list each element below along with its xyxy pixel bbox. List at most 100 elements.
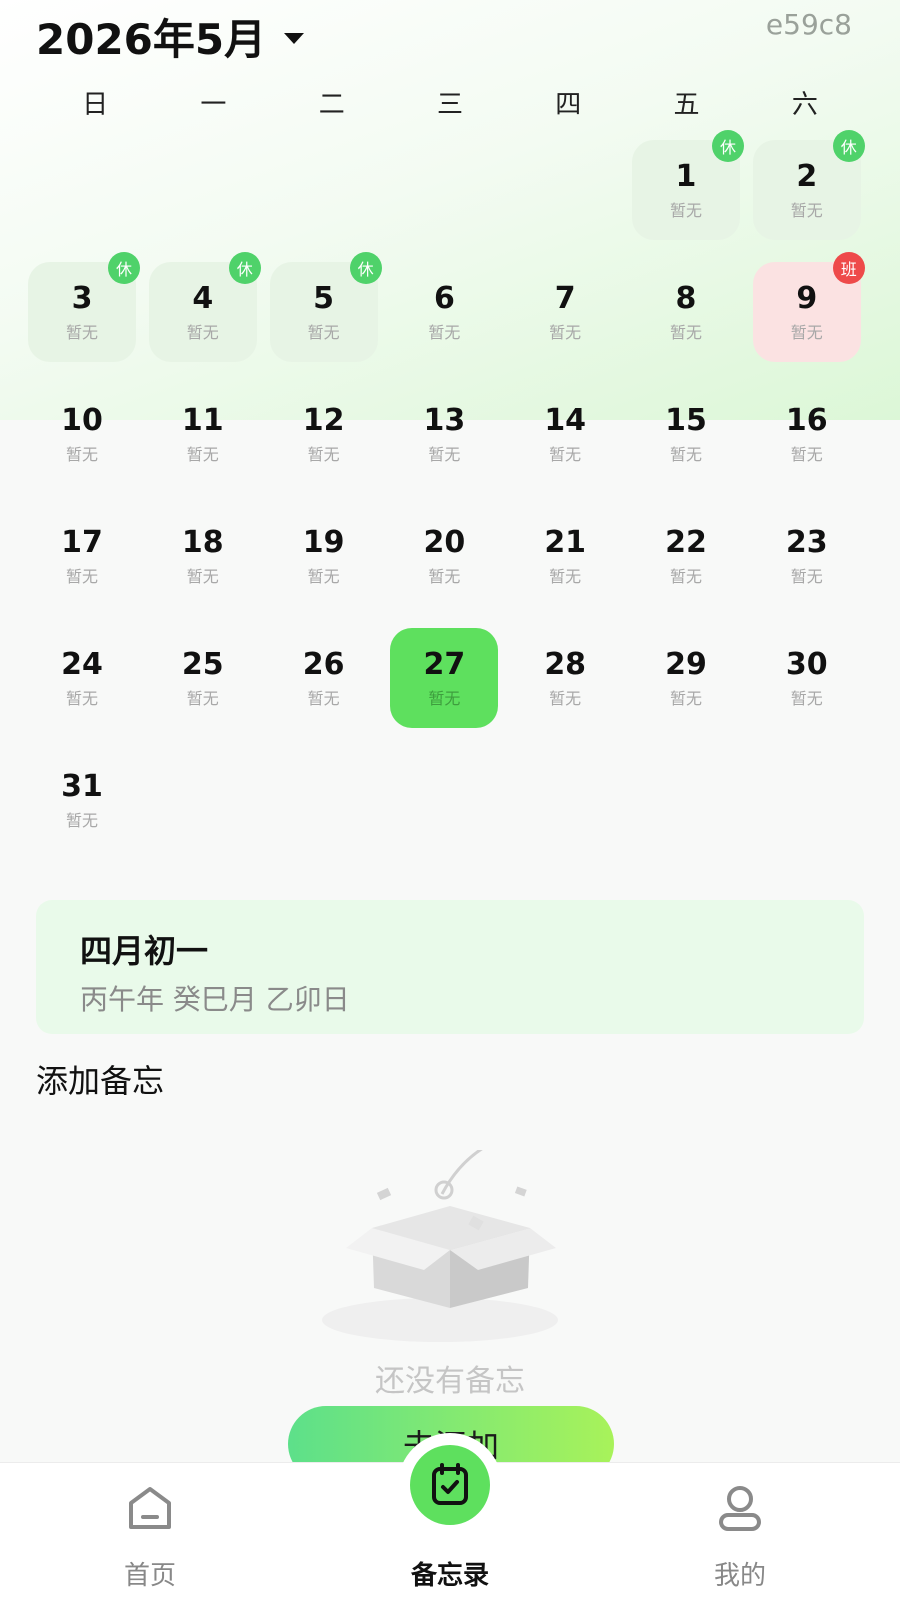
- day-number: 25: [181, 646, 224, 682]
- memo-icon: [432, 1463, 468, 1505]
- calendar-day-today[interactable]: 27 暂无: [390, 628, 499, 728]
- calendar-day[interactable]: 7 暂无: [511, 262, 619, 362]
- calendar-day[interactable]: 17 暂无: [28, 506, 136, 606]
- weekday-label: 二: [318, 90, 345, 120]
- calendar-day[interactable]: 16 暂无: [753, 384, 861, 484]
- holiday-badge: 休: [349, 252, 382, 284]
- calendar-day[interactable]: 13 暂无: [390, 384, 498, 484]
- day-memo-status: 暂无: [307, 566, 340, 586]
- day-memo-status: 暂无: [428, 688, 461, 708]
- calendar-slot: 15 暂无: [626, 384, 747, 506]
- calendar-day[interactable]: 25 暂无: [149, 628, 257, 728]
- weekday-label: 三: [436, 90, 463, 120]
- calendar-day[interactable]: 4 暂无 休: [148, 252, 261, 362]
- day-number: 22: [665, 524, 707, 560]
- holiday-badge: 休: [228, 252, 261, 284]
- home-icon: [129, 1487, 171, 1529]
- calendar-day[interactable]: 11 暂无: [149, 384, 257, 484]
- calendar-blank: [264, 140, 385, 262]
- calendar-slot: 6 暂无: [384, 262, 505, 384]
- calendar-slot: 16 暂无: [747, 384, 868, 506]
- tab-home[interactable]: 首页: [50, 1463, 250, 1600]
- day-memo-status: 暂无: [669, 688, 702, 708]
- calendar-day[interactable]: 21 暂无: [511, 506, 619, 606]
- calendar-day[interactable]: 31 暂无: [28, 750, 136, 850]
- calendar-day[interactable]: 1 暂无 休: [631, 130, 744, 240]
- empty-box-icon: [322, 1142, 558, 1342]
- calendar-day[interactable]: 3 暂无 休: [28, 252, 140, 362]
- calendar-slot: 21 暂无: [505, 506, 626, 628]
- calendar-slot: 5 暂无 休: [264, 252, 385, 384]
- day-memo-status: 暂无: [669, 322, 702, 342]
- workday-badge: 班: [832, 252, 865, 284]
- calendar-day[interactable]: 29 暂无: [632, 628, 740, 728]
- calendar-day[interactable]: 18 暂无: [149, 506, 257, 606]
- day-number: 23: [785, 524, 828, 560]
- calendar-blank: [505, 140, 626, 262]
- weekday-label: 四: [555, 90, 582, 120]
- calendar-day[interactable]: 2 暂无 休: [752, 130, 865, 240]
- day-memo-status: 暂无: [65, 810, 98, 830]
- weekday-header: 日 一 二 三 四 五 六: [36, 84, 864, 124]
- calendar-slot: 7 暂无: [505, 262, 626, 384]
- calendar-blank: [384, 140, 505, 262]
- day-number: 30: [785, 646, 828, 682]
- tab-profile[interactable]: 我的: [640, 1463, 840, 1600]
- day-memo-status: 暂无: [790, 200, 823, 220]
- calendar-day[interactable]: 26 暂无: [270, 628, 378, 728]
- profile-icon: [719, 1486, 761, 1531]
- calendar-day[interactable]: 15 暂无: [632, 384, 740, 484]
- tab-home-label: 首页: [123, 1561, 176, 1591]
- memo-fab[interactable]: [398, 1433, 502, 1537]
- calendar-slot: 31 暂无: [22, 750, 143, 872]
- calendar-day[interactable]: 19 暂无: [270, 506, 378, 606]
- calendar-day[interactable]: 24 暂无: [28, 628, 136, 728]
- chevron-down-icon[interactable]: [284, 32, 305, 44]
- calendar-day[interactable]: 8 暂无: [632, 262, 740, 362]
- calendar-day[interactable]: 10 暂无: [28, 384, 136, 484]
- calendar-slot: 8 暂无: [626, 262, 747, 384]
- calendar-day[interactable]: 22 暂无: [632, 506, 740, 606]
- calendar-day[interactable]: 28 暂无: [511, 628, 619, 728]
- day-memo-status: 暂无: [65, 444, 98, 464]
- weekday-label: 六: [791, 90, 818, 120]
- month-title[interactable]: 2026年5月: [36, 6, 266, 67]
- holiday-badge: 休: [108, 252, 140, 284]
- calendar-day[interactable]: 14 暂无: [511, 384, 619, 484]
- day-number: 26: [302, 646, 345, 682]
- tab-memo[interactable]: 备忘录: [350, 1433, 550, 1600]
- day-memo-status: 暂无: [790, 566, 823, 586]
- calendar-day[interactable]: 5 暂无 休: [269, 252, 382, 362]
- day-number: 14: [544, 402, 587, 438]
- calendar-day[interactable]: 12 暂无: [270, 384, 378, 484]
- day-number: 5: [313, 280, 335, 316]
- tab-profile-label: 我的: [713, 1561, 766, 1591]
- calendar-day[interactable]: 23 暂无: [753, 506, 861, 606]
- day-memo-status: 暂无: [307, 688, 340, 708]
- calendar-slot: 14 暂无: [505, 384, 626, 506]
- day-memo-status: 暂无: [790, 688, 823, 708]
- day-number: 11: [181, 402, 224, 438]
- day-memo-status: 暂无: [307, 444, 340, 464]
- day-memo-status: 暂无: [549, 322, 582, 342]
- month-selector[interactable]: 2026年5月: [36, 6, 305, 67]
- calendar-day[interactable]: 6 暂无: [390, 262, 498, 362]
- calendar-slot: 27 暂无: [384, 628, 505, 750]
- day-number: 3: [71, 280, 93, 316]
- calendar-slot: 9 暂无 班: [747, 252, 868, 384]
- calendar-day[interactable]: 20 暂无: [390, 506, 498, 606]
- calendar-blank: [143, 140, 264, 262]
- day-number: 17: [61, 524, 103, 560]
- add-memo-title: 添加备忘: [36, 1062, 165, 1100]
- calendar-slot: 23 暂无: [747, 506, 868, 628]
- day-number: 20: [423, 524, 466, 560]
- calendar-blank: [22, 140, 143, 262]
- calendar-day[interactable]: 9 暂无 班: [752, 252, 865, 362]
- day-memo-status: 暂无: [307, 322, 340, 342]
- day-memo-status: 暂无: [549, 566, 582, 586]
- lunar-info-card: 四月初一 丙午年 癸巳月 乙卯日: [36, 900, 864, 1034]
- code-tag: e59c8: [765, 8, 852, 41]
- day-memo-status: 暂无: [186, 444, 219, 464]
- calendar-day[interactable]: 30 暂无: [753, 628, 861, 728]
- day-number: 18: [181, 524, 224, 560]
